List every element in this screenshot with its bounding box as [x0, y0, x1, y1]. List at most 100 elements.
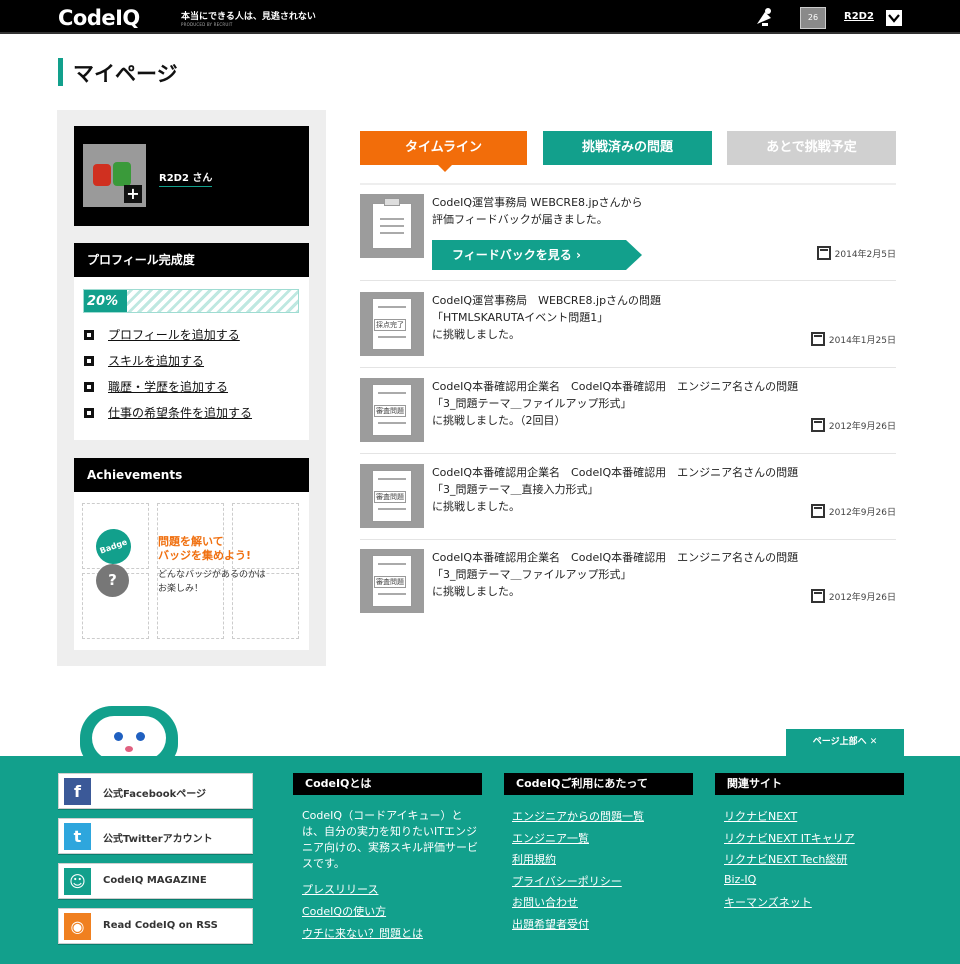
tab-timeline[interactable]: タイムライン — [360, 131, 527, 172]
date-text: 2012年9月26日 — [828, 593, 896, 603]
footer-link-privacy[interactable]: プライバシーポリシー — [512, 873, 622, 889]
progress-value: 20% — [87, 294, 119, 309]
timeline-line: 「HTMLSKARUTAイベント問題1」 — [432, 311, 609, 324]
completion-progress: 20% — [83, 289, 299, 313]
divider — [360, 453, 896, 454]
tab-later[interactable]: あとで挑戦予定 — [727, 131, 896, 165]
todo-add-profile[interactable]: プロフィールを追加する — [84, 326, 240, 343]
timeline-date: 2012年9月26日 — [810, 589, 896, 603]
divider — [360, 367, 896, 368]
timeline-item: 採点完了 CodeIQ運営事務局 WEBCRE8.jpさんの問題 「HTMLSK… — [360, 292, 896, 368]
footer-link-ucni[interactable]: ウチに来ない？問題とは — [302, 925, 423, 941]
user-avatar[interactable]: 26 — [800, 7, 826, 29]
timeline-line: 評価フィードバックが届きました。 — [432, 213, 608, 226]
timeline-date: 2014年1月25日 — [810, 332, 896, 346]
thumb-line — [378, 392, 406, 394]
todo-add-career[interactable]: 職歴・学歴を追加する — [84, 378, 228, 395]
timeline-text: CodeIQ本番確認用企業名 CodeIQ本番確認用 エンジニア名さんの問題 「… — [432, 378, 872, 429]
calendar-icon — [810, 418, 825, 432]
timeline-item: 審査問題 CodeIQ本番確認用企業名 CodeIQ本番確認用 エンジニア名さん… — [360, 464, 896, 540]
timeline-line: 「3_問題テーマ＿直接入力形式」 — [432, 483, 599, 496]
notification-icon[interactable] — [753, 6, 775, 28]
thumb-label: 審査問題 — [374, 491, 406, 503]
produced-by: PRODUCED BY RECRUIT — [181, 22, 233, 27]
twitter-link[interactable]: t 公式Twitterアカウント — [58, 818, 253, 854]
achievements-title: Achievements — [74, 458, 309, 492]
footer-link-problems[interactable]: エンジニアからの問題一覧 — [512, 808, 644, 824]
date-text: 2012年9月26日 — [828, 422, 896, 432]
twitter-icon: t — [64, 823, 91, 850]
profile-name[interactable]: R2D2 さん — [159, 169, 213, 187]
footer-link-keyman[interactable]: キーマンズネット — [724, 894, 812, 910]
add-photo-icon[interactable]: + — [124, 185, 142, 203]
timeline-item: 審査問題 CodeIQ本番確認用企業名 CodeIQ本番確認用 エンジニア名さん… — [360, 378, 896, 454]
question-icon: ? — [96, 564, 129, 597]
date-text: 2014年2月5日 — [834, 250, 896, 260]
achievements-subtext: どんなバッジがあるのかは お楽しみ！ — [158, 568, 266, 596]
footer-link-rikunabi[interactable]: リクナビNEXT — [724, 808, 797, 824]
footer-link-press[interactable]: プレスリリース — [302, 881, 378, 897]
footer-about-desc: CodeIQ（コードアイキュー）とは、自分の実力を知りたいITエンジニア向けの、… — [302, 809, 478, 870]
calendar-icon — [810, 589, 825, 603]
rss-icon: ◉ — [64, 913, 91, 940]
timeline-text: CodeIQ本番確認用企業名 CodeIQ本番確認用 エンジニア名さんの問題 「… — [432, 549, 872, 600]
profile-box: + R2D2 さん — [74, 126, 309, 226]
profile-pic-shape — [113, 162, 131, 186]
footer-link-apply[interactable]: 出題希望者受付 — [512, 916, 589, 932]
thumb-line — [378, 306, 406, 308]
facebook-link[interactable]: f 公式Facebookページ — [58, 773, 253, 809]
timeline-line: に挑戦しました。 — [432, 328, 520, 341]
rss-link[interactable]: ◉ Read CodeIQ on RSS — [58, 908, 253, 944]
bullet-icon — [84, 408, 94, 418]
top-bar: CodeIQ 本当にできる人は、見逃されない PRODUCED BY RECRU… — [0, 0, 960, 34]
document-icon: 審査問題 — [360, 549, 424, 613]
footer-about-title: CodeIQとは — [293, 773, 482, 795]
view-feedback-button[interactable]: フィードバックを見る › — [432, 240, 642, 270]
timeline-text: CodeIQ運営事務局 WEBCRE8.jpさんから 評価フィードバックが届きま… — [432, 194, 872, 228]
completion-title: プロフィール完成度 — [74, 243, 309, 277]
timeline-line: に挑戦しました。 — [432, 585, 520, 598]
page-top-button[interactable]: ページ上部へ ✕ — [786, 729, 904, 756]
document-icon: 審査問題 — [360, 378, 424, 442]
document-icon: 採点完了 — [360, 292, 424, 356]
subtext-line: どんなバッジがあるのかは — [158, 570, 266, 580]
headline-line: バッジを集めよう! — [158, 549, 252, 562]
footer-link-rikunabi-tech[interactable]: リクナビNEXT Tech総研 — [724, 851, 847, 867]
timeline-text: CodeIQ本番確認用企業名 CodeIQ本番確認用 エンジニア名さんの問題 「… — [432, 464, 872, 515]
footer-link-howto[interactable]: CodeIQの使い方 — [302, 903, 386, 919]
thumb-line — [380, 225, 404, 227]
subtext-line: お楽しみ！ — [158, 584, 204, 594]
achievements-card: Achievements Badge ? 問題を解いて バッジを集めよう! どん… — [74, 458, 309, 650]
chevron-down-icon[interactable] — [886, 10, 902, 26]
magazine-link[interactable]: ☺ CodeIQ MAGAZINE — [58, 863, 253, 899]
footer-link-contact[interactable]: お問い合わせ — [512, 894, 578, 910]
timeline-line: CodeIQ本番確認用企業名 CodeIQ本番確認用 エンジニア名さんの問題 — [432, 466, 799, 479]
footer-related-title: 関連サイト — [715, 773, 904, 795]
timeline-line: CodeIQ運営事務局 WEBCRE8.jpさんの問題 — [432, 294, 662, 307]
footer-link-biziq[interactable]: Biz-IQ — [724, 873, 756, 886]
bullet-icon — [84, 356, 94, 366]
tab-divider — [360, 183, 896, 185]
mascot-eye — [114, 732, 123, 741]
thumb-clip — [384, 198, 400, 206]
tab-challenged[interactable]: 挑戦済みの問題 — [543, 131, 712, 165]
clipboard-icon — [360, 194, 424, 258]
logo[interactable]: CodeIQ — [58, 6, 140, 30]
timeline-line: 「3_問題テーマ＿ファイルアップ形式」 — [432, 568, 632, 581]
thumb-line — [378, 478, 406, 480]
thumb-line — [380, 218, 404, 220]
todo-add-job-prefs[interactable]: 仕事の希望条件を追加する — [84, 404, 252, 421]
footer-link-terms[interactable]: 利用規約 — [512, 851, 556, 867]
profile-picture[interactable]: + — [83, 144, 146, 207]
username-link[interactable]: R2D2 — [844, 11, 874, 22]
footer-link-rikunabi-it[interactable]: リクナビNEXT ITキャリア — [724, 830, 855, 846]
profile-pic-shape — [93, 164, 111, 186]
footer-link-engineers[interactable]: エンジニア一覧 — [512, 830, 589, 846]
timeline-line: 「3_問題テーマ＿ファイルアップ形式」 — [432, 397, 632, 410]
tagline: 本当にできる人は、見逃されない — [181, 12, 316, 22]
timeline-date: 2012年9月26日 — [810, 418, 896, 432]
thumb-line — [378, 563, 406, 565]
todo-add-skill[interactable]: スキルを追加する — [84, 352, 204, 369]
timeline-item: CodeIQ運営事務局 WEBCRE8.jpさんから 評価フィードバックが届きま… — [360, 194, 896, 281]
facebook-icon: f — [64, 778, 91, 805]
